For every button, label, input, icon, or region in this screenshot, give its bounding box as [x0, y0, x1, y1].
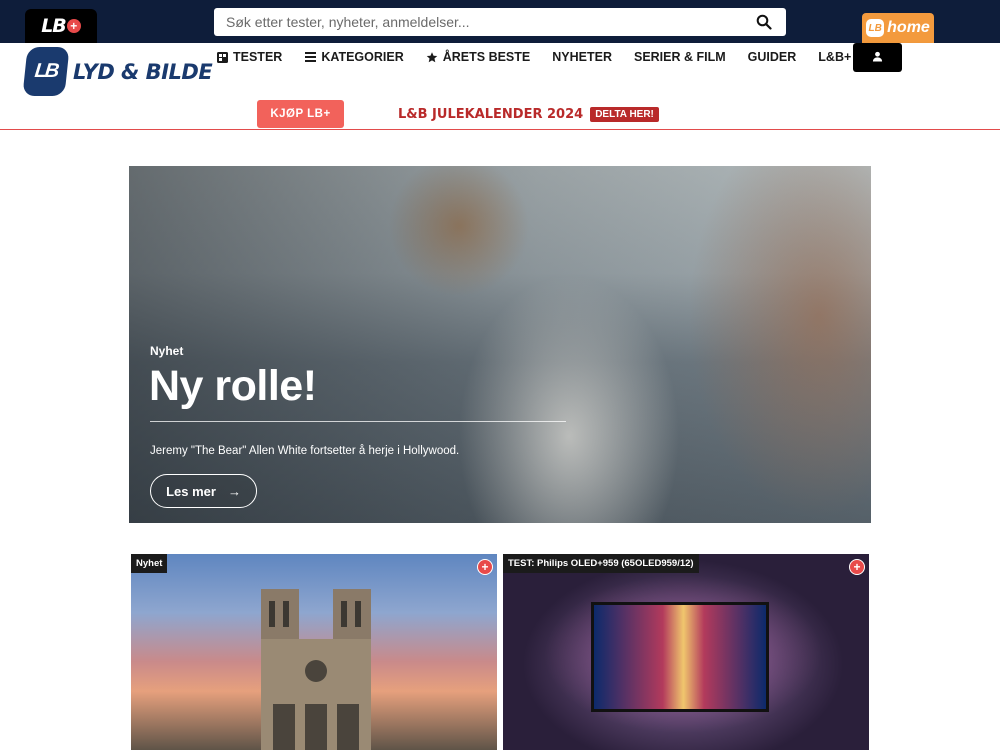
nav-label: NYHETER	[552, 50, 612, 64]
hero-category: Nyhet	[150, 344, 184, 358]
user-account-button[interactable]	[853, 43, 902, 72]
buy-lbplus-button[interactable]: KJØP LB+	[257, 100, 344, 128]
nav-label: SERIER & FILM	[633, 50, 726, 64]
nav-label: TESTER	[233, 50, 283, 64]
christmas-calendar-link[interactable]: L&B JULEKALENDER 2024 DELTA HER!	[398, 107, 659, 122]
top-bar: LB + LB home	[0, 0, 1000, 43]
nav-item-tester[interactable]: TESTER	[216, 50, 282, 64]
menu-icon	[304, 51, 316, 63]
lb-home-label: home	[887, 19, 930, 36]
article-category-tag: TEST: Philips OLED+959 (65OLED959/12)	[503, 554, 699, 573]
arrow-right-icon: →	[227, 483, 241, 499]
calendar-badge: DELTA HER!	[590, 107, 659, 122]
nav-item-serier-film[interactable]: SERIER & FILM	[634, 50, 726, 64]
plus-icon: +	[66, 19, 81, 33]
plus-icon: +	[849, 559, 865, 575]
hero-description: Jeremy "The Bear" Allen White fortsetter…	[150, 445, 460, 457]
main-nav: TESTER KATEGORIER ÅRETS BESTE NYHETER SE…	[216, 43, 894, 71]
user-icon	[872, 49, 883, 67]
nav-label: ÅRETS BESTE	[442, 50, 531, 64]
cathedral-image	[261, 589, 371, 750]
tv-image	[591, 602, 769, 712]
nav-item-arets-beste[interactable]: ÅRETS BESTE	[426, 50, 531, 64]
article-card[interactable]: TEST: Philips OLED+959 (65OLED959/12) +	[503, 554, 869, 750]
site-logo[interactable]: LB LYD & BILDE	[22, 47, 213, 96]
promo-bar: KJØP LB+ L&B JULEKALENDER 2024 DELTA HER…	[0, 100, 1000, 130]
search-icon[interactable]	[754, 12, 774, 32]
article-card[interactable]: Nyhet +	[131, 554, 497, 750]
article-category-tag: Nyhet	[131, 554, 168, 573]
logo-text: LYD & BILDE	[73, 59, 213, 84]
read-more-label: Les mer	[166, 483, 216, 499]
nav-label: GUIDER	[747, 50, 797, 64]
star-icon	[426, 51, 438, 63]
search-bar	[214, 8, 786, 36]
site-header: LB LYD & BILDE TESTER KATEGORIER ÅRETS B…	[0, 43, 1000, 100]
hero-divider	[150, 421, 566, 422]
read-more-button[interactable]: Les mer →	[150, 474, 257, 508]
plus-icon: +	[477, 559, 493, 575]
lb-home-badge[interactable]: LB home	[862, 13, 934, 43]
nav-item-nyheter[interactable]: NYHETER	[552, 50, 612, 64]
hero-overlay	[129, 166, 871, 523]
grid-icon	[216, 51, 228, 63]
logo-mark: LB	[22, 47, 70, 96]
nav-label: KATEGORIER	[321, 50, 404, 64]
lbplus-badge[interactable]: LB +	[25, 9, 97, 43]
nav-item-guider[interactable]: GUIDER	[748, 50, 797, 64]
nav-item-kategorier[interactable]: KATEGORIER	[304, 50, 404, 64]
hero-article[interactable]: Nyhet Ny rolle! Jeremy "The Bear" Allen …	[129, 166, 871, 523]
hero-title: Ny rolle!	[149, 362, 317, 410]
lb-home-logo-icon: LB	[866, 19, 885, 37]
search-input[interactable]	[226, 14, 754, 30]
calendar-title: L&B JULEKALENDER 2024	[398, 107, 584, 122]
lbplus-logo-text: LB	[41, 15, 67, 37]
